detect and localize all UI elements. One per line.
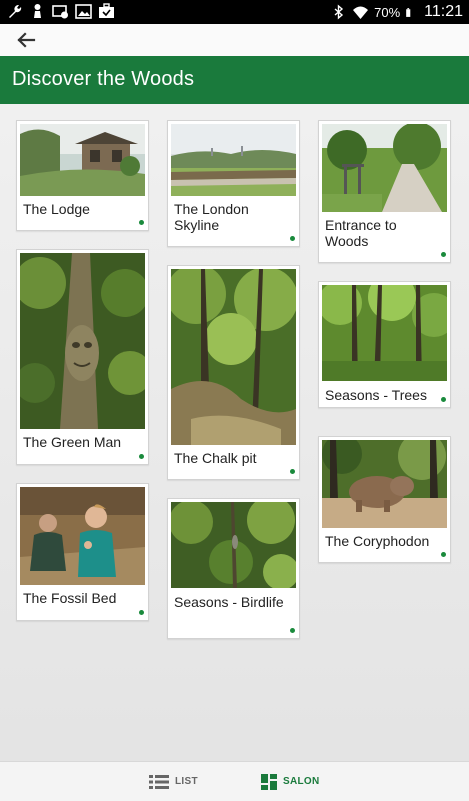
- card-the-london-skyline[interactable]: The London Skyline: [167, 120, 300, 247]
- battery-percent: 70%: [374, 4, 401, 20]
- status-dot: [290, 628, 295, 633]
- card-label: The Lodge: [23, 201, 90, 217]
- card-clock-icon: [52, 5, 68, 19]
- bluetooth-icon: [334, 3, 344, 20]
- card-the-fossil-bed[interactable]: The Fossil Bed: [16, 483, 149, 621]
- clock: 11:21: [424, 3, 463, 20]
- status-dot: [139, 220, 144, 225]
- card-the-lodge[interactable]: The Lodge: [16, 120, 149, 231]
- status-dot: [441, 252, 446, 257]
- tab-salon-label: SALON: [283, 776, 320, 787]
- page-header: Discover the Woods: [0, 56, 469, 104]
- wrench-icon: [9, 4, 22, 18]
- wifi-icon: [353, 6, 369, 19]
- arrow-back-icon: [17, 32, 36, 48]
- card-image: [171, 502, 296, 588]
- card-label: The London Skyline: [174, 201, 249, 233]
- status-bar: 70% 11:21: [0, 0, 469, 24]
- card-image: [20, 487, 145, 585]
- card-image: [322, 285, 447, 381]
- grid-icon: [261, 773, 277, 790]
- pawn-icon: [34, 4, 41, 18]
- card-image: [322, 124, 447, 212]
- card-image: [20, 253, 145, 429]
- briefcase-check-icon: [99, 3, 114, 18]
- status-dot: [290, 236, 295, 241]
- status-dot: [441, 397, 446, 402]
- card-image: [171, 124, 296, 196]
- status-dot: [139, 610, 144, 615]
- card-label: The Fossil Bed: [23, 590, 117, 606]
- card-image: [322, 440, 447, 528]
- card-image: [20, 124, 145, 196]
- tab-list-label: LIST: [175, 776, 198, 787]
- bottom-navigation: LIST SALON: [0, 761, 469, 801]
- card-entrance-to-woods[interactable]: Entrance to Woods: [318, 120, 451, 263]
- card-the-coryphodon[interactable]: The Coryphodon: [318, 436, 451, 563]
- card-label: Entrance to Woods: [325, 217, 397, 249]
- status-dot: [290, 469, 295, 474]
- status-dot: [441, 552, 446, 557]
- card-the-green-man[interactable]: The Green Man: [16, 249, 149, 465]
- card-image: [171, 269, 296, 445]
- card-label: Seasons - Birdlife: [174, 594, 284, 610]
- card-seasons-trees[interactable]: Seasons - Trees: [318, 281, 451, 408]
- card-label: The Coryphodon: [325, 533, 430, 549]
- tab-salon[interactable]: SALON: [261, 762, 320, 801]
- tab-list[interactable]: LIST: [149, 762, 198, 801]
- page-title: Discover the Woods: [12, 68, 195, 90]
- status-dot: [139, 454, 144, 459]
- card-seasons-birdlife[interactable]: Seasons - Birdlife: [167, 498, 300, 639]
- card-label: Seasons - Trees: [325, 387, 427, 403]
- image-icon: [75, 4, 92, 19]
- card-label: The Green Man: [23, 434, 122, 450]
- card-the-chalk-pit[interactable]: The Chalk pit: [167, 265, 300, 480]
- card-label: The Chalk pit: [174, 450, 257, 466]
- list-icon: [149, 774, 169, 789]
- toolbar: [0, 24, 469, 56]
- back-button[interactable]: [14, 28, 38, 52]
- battery-icon: [406, 7, 411, 17]
